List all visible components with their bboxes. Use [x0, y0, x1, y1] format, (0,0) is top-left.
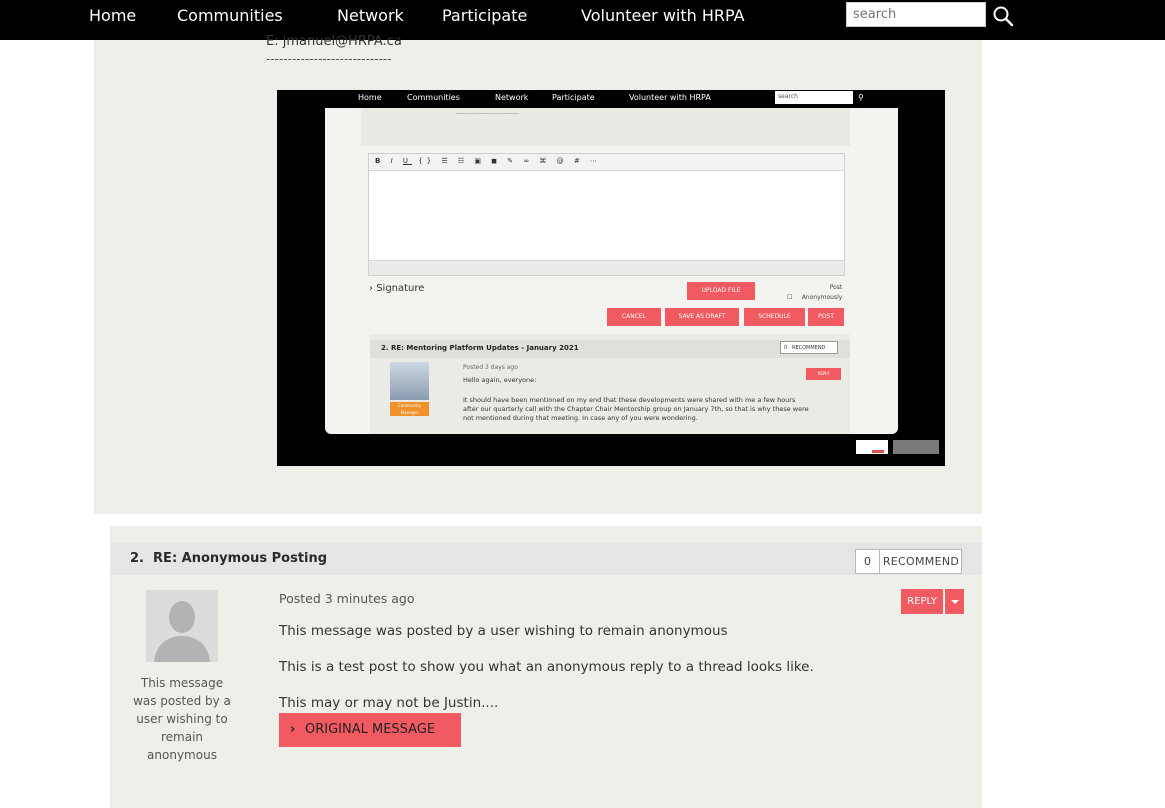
nav-volunteer[interactable]: Volunteer with HRPA [581, 6, 745, 26]
reply-button[interactable]: REPLY [901, 589, 943, 614]
nav-participate[interactable]: Participate [442, 6, 527, 26]
embedded-body-line-1: It should have been mentioned on my end … [463, 396, 796, 404]
chevron-right-icon: › [290, 722, 296, 737]
embedded-thumbnail-1 [856, 440, 888, 454]
message-line-3: This may or may not be Justin.... [279, 695, 499, 711]
embedded-save-draft-button: SAVE AS DRAFT [665, 308, 739, 326]
anonymous-user-icon [146, 590, 218, 662]
embedded-screenshot-page: Home Communities Network Participate Vol… [325, 90, 898, 434]
reply-number: 2. [130, 551, 144, 566]
embedded-nav-communities: Communities [407, 93, 460, 102]
recommend-widget[interactable]: 0 RECOMMEND [855, 549, 962, 574]
reply-title-text: RE: Anonymous Posting [153, 551, 328, 566]
embedded-greeting: Hello again, everyone: [463, 376, 537, 384]
embedded-schedule-button: SCHEDULE [744, 308, 805, 326]
embedded-editor-toolbar: B I U {} ☰ ☷ ▣ ◼ ✎ ∞ ⌘ @ # ⋯ [369, 154, 844, 171]
embedded-rec-label: RECOMMEND [791, 345, 826, 351]
search-input[interactable] [846, 2, 986, 27]
signature-email: E: jmanuel@HRPA.ca [266, 34, 402, 49]
reply-panel: 2. RE: Anonymous Posting 0 RECOMMEND Thi… [110, 526, 982, 808]
avatar [146, 590, 218, 662]
embedded-body-line-3: not mentioned during that meeting. In ca… [463, 414, 698, 422]
message-line-2: This is a test post to show you what an … [279, 659, 814, 675]
embedded-post-anonymously: ☐ Post Anonymously [787, 284, 843, 301]
embedded-editor-footer [369, 260, 844, 275]
embedded-signature-label: Signature [376, 283, 425, 294]
embedded-nav-volunteer: Volunteer with HRPA [629, 93, 711, 102]
embedded-community-manager-badge: Community Manager [390, 402, 429, 416]
original-message-label: ORIGINAL MESSAGE [305, 722, 436, 737]
embedded-screenshot: Home Communities Network Participate Vol… [277, 90, 945, 466]
reply-dropdown-toggle[interactable] [944, 589, 964, 614]
embedded-posted: Posted 3 days ago [463, 364, 518, 371]
embedded-nav-participate: Participate [552, 93, 595, 102]
embedded-search-icon: ⚲ [858, 93, 864, 102]
avatar-caption: This message was posted by a user wishin… [133, 676, 231, 762]
reply-title: 2. RE: Anonymous Posting [130, 551, 327, 566]
embedded-divider: ----------------------------- [456, 110, 519, 117]
signature-divider: ----------------------------- [266, 52, 392, 66]
embedded-reply-header: 2. RE: Mentoring Platform Updates - Janu… [370, 340, 850, 358]
embedded-post-anon-label: Post Anonymously [801, 284, 843, 301]
nav-network[interactable]: Network [337, 6, 404, 26]
embedded-upload-button: UPLOAD FILE [687, 282, 755, 300]
embedded-nav-network: Network [495, 93, 529, 102]
nav-home[interactable]: Home [89, 6, 136, 26]
embedded-search: search [775, 91, 853, 104]
reply-header: 2. RE: Anonymous Posting 0 RECOMMEND [110, 543, 982, 575]
recommend-button[interactable]: RECOMMEND [880, 550, 962, 573]
embedded-avatar [390, 362, 429, 400]
embedded-recommend: 0 RECOMMEND [780, 341, 838, 354]
embedded-rec-count: 0 [784, 345, 788, 351]
embedded-nav: Home Communities Network Participate Vol… [325, 90, 898, 108]
embedded-prev-block [361, 108, 850, 146]
embedded-body-line-2: after our quarterly call with the Chapte… [463, 405, 809, 413]
original-message-button[interactable]: › ORIGINAL MESSAGE [279, 713, 461, 747]
recommend-count: 0 [856, 550, 880, 573]
nav-communities[interactable]: Communities [177, 6, 283, 26]
embedded-reply-title: 2. RE: Mentoring Platform Updates - Janu… [381, 344, 579, 352]
message-line-1: This message was posted by a user wishin… [279, 623, 728, 639]
embedded-post-button: POST [808, 308, 844, 326]
search-icon[interactable] [992, 5, 1014, 27]
embedded-signature-toggle: › Signature [369, 283, 425, 294]
embedded-cancel-button: CANCEL [607, 308, 661, 326]
embedded-reply-card: 2. RE: Mentoring Platform Updates - Janu… [370, 334, 850, 434]
embedded-nav-home: Home [358, 93, 382, 102]
embedded-reply-button: REPLY [806, 368, 841, 380]
posted-timestamp: Posted 3 minutes ago [279, 591, 415, 606]
top-navigation: Home Communities Network Participate Vol… [0, 0, 1165, 40]
embedded-thumbnail-2 [893, 440, 939, 454]
embedded-editor: B I U {} ☰ ☷ ▣ ◼ ✎ ∞ ⌘ @ # ⋯ [368, 153, 845, 276]
